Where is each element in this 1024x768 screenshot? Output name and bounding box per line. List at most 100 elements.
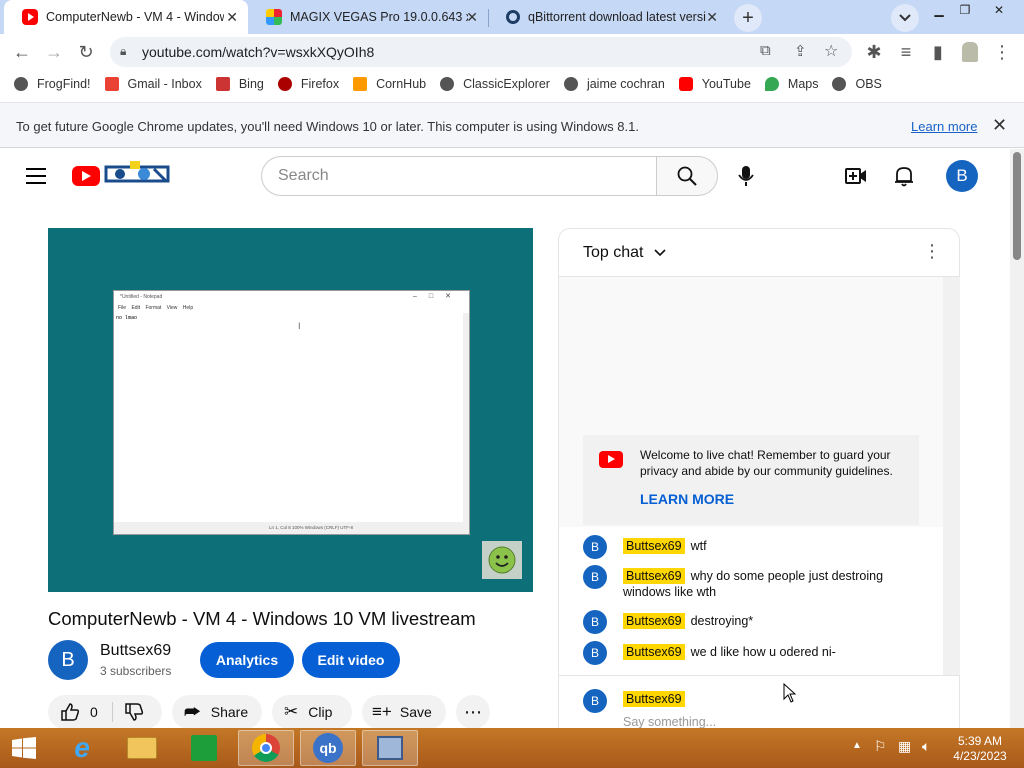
notepad-scrollbar — [463, 313, 469, 523]
network-icon[interactable]: ▦ — [898, 738, 911, 755]
window-controls: –□✕ — [413, 293, 463, 300]
taskbar-remote-desktop[interactable] — [362, 730, 418, 766]
youtube-logo[interactable] — [72, 166, 100, 186]
author-name[interactable]: Buttsex69 — [623, 644, 685, 660]
chat-scrollbar[interactable] — [943, 277, 960, 675]
author-avatar: B — [583, 689, 607, 713]
bookmark-youtube[interactable]: YouTube — [678, 77, 751, 91]
bookmark-obs[interactable]: OBS — [832, 77, 882, 91]
show-hidden-icons-icon[interactable]: ▲ — [852, 740, 862, 751]
author-name[interactable]: Buttsex69 — [623, 613, 685, 629]
thumbs-down-icon — [125, 703, 144, 721]
search-button[interactable] — [656, 156, 718, 196]
notifications-bell-icon[interactable] — [892, 164, 916, 188]
hamburger-menu-icon[interactable] — [26, 168, 46, 189]
windows-logo-icon — [12, 737, 36, 759]
bookmark-gmail[interactable]: Gmail - Inbox — [104, 77, 202, 91]
search-input[interactable] — [278, 167, 638, 185]
chevron-down-icon — [899, 14, 911, 22]
minimize-button[interactable]: ▁ — [926, 0, 952, 20]
address-bar[interactable]: 🔒︎ youtube.com/watch?v=wsxkXQyOIh8 ⧉ ⇪ ☆ — [110, 37, 852, 67]
like-button[interactable]: 0 — [60, 702, 98, 722]
author-avatar: B — [583, 535, 607, 559]
forward-button[interactable]: → — [42, 40, 66, 64]
taskbar-qbittorrent[interactable]: qb — [300, 730, 356, 766]
tab-qbittorrent[interactable]: qBittorrent download latest versi ✕ — [488, 0, 728, 34]
action-center-flag-icon[interactable]: ⚐ — [874, 738, 887, 755]
volume-muted-icon[interactable]: 🔈︎ — [922, 738, 930, 755]
qbittorrent-icon — [506, 10, 520, 24]
learn-more-link[interactable]: LEARN MORE — [640, 491, 734, 507]
author-avatar: B — [583, 565, 607, 589]
taskbar-file-explorer[interactable] — [114, 730, 170, 766]
taskbar-chrome[interactable] — [238, 730, 294, 766]
more-vert-icon[interactable]: ⋮ — [923, 241, 941, 262]
top-chat-dropdown[interactable]: Top chat — [583, 244, 666, 262]
bookmark-maps[interactable]: Maps — [764, 77, 818, 91]
qbittorrent-icon: qb — [313, 733, 343, 763]
tab-strip: ComputerNewb - VM 4 - Window ✕ MAGIX VEG… — [0, 0, 1024, 34]
author-name[interactable]: Buttsex69 — [623, 538, 685, 554]
open-in-app-icon[interactable]: ⧉ — [760, 42, 771, 59]
back-button[interactable]: ← — [10, 40, 34, 64]
tab-magix[interactable]: MAGIX VEGAS Pro 19.0.0.643 x64 ✕ — [248, 0, 488, 34]
restore-button[interactable]: ❐ — [952, 0, 978, 20]
bookmark-star-icon[interactable]: ☆ — [824, 41, 838, 61]
analytics-button[interactable]: Analytics — [200, 642, 294, 678]
bookmark-firefox[interactable]: Firefox — [277, 77, 339, 91]
edit-video-button[interactable]: Edit video — [302, 642, 400, 678]
close-tab-icon[interactable]: ✕ — [226, 9, 238, 26]
share-button[interactable]: ⮫ Share — [172, 695, 262, 729]
close-icon[interactable]: ✕ — [992, 115, 1007, 136]
chat-input[interactable]: Say something... — [623, 715, 716, 729]
side-panel-icon[interactable]: ▮ — [926, 40, 950, 64]
dislike-button[interactable] — [124, 702, 144, 725]
author-name[interactable]: Buttsex69 — [623, 568, 685, 584]
save-button[interactable]: ≡+ Save — [362, 695, 446, 729]
profile-icon[interactable] — [958, 40, 982, 64]
start-button[interactable] — [0, 730, 48, 766]
channel-name[interactable]: Buttsex69 — [100, 642, 171, 660]
menu-kebab-icon[interactable]: ⋮ — [990, 40, 1014, 64]
youtube-icon — [599, 451, 623, 468]
more-horizontal-icon: ⋯ — [464, 701, 482, 722]
cornhub-icon — [353, 77, 368, 91]
system-clock[interactable]: 5:39 AM 4/23/2023 — [950, 734, 1010, 764]
webcam-smiley-icon — [482, 541, 522, 579]
youtube-icon — [22, 9, 38, 25]
bookmark-frogfind[interactable]: FrogFind! — [14, 77, 91, 91]
clip-button[interactable]: ✂ Clip — [272, 695, 352, 729]
learn-more-link[interactable]: Learn more — [911, 119, 977, 134]
media-control-icon[interactable]: ≡ — [894, 40, 918, 64]
bing-icon — [215, 77, 230, 91]
close-tab-icon[interactable]: ✕ — [466, 9, 478, 26]
maps-pin-icon — [764, 77, 779, 91]
microphone-icon[interactable] — [734, 164, 758, 188]
plus-icon: + — [742, 6, 754, 29]
share-icon[interactable]: ⇪ — [794, 42, 807, 60]
update-infobar: To get future Google Chrome updates, you… — [0, 102, 1024, 148]
thumbs-up-icon — [61, 703, 80, 721]
more-actions-button[interactable]: ⋯ — [456, 695, 490, 729]
close-tab-icon[interactable]: ✕ — [706, 9, 718, 26]
page-scrollbar-thumb[interactable] — [1013, 152, 1021, 260]
taskbar-store[interactable] — [176, 730, 232, 766]
bookmark-bing[interactable]: Bing — [215, 77, 264, 91]
bookmark-classicexplorer[interactable]: ClassicExplorer — [440, 77, 550, 91]
video-player[interactable]: *Untitled - Notepad –□✕ File Edit Format… — [48, 228, 533, 592]
bookmark-cornhub[interactable]: CornHub — [353, 77, 426, 91]
chevron-down-icon — [654, 249, 666, 257]
channel-avatar[interactable]: B — [48, 640, 88, 680]
tab-youtube[interactable]: ComputerNewb - VM 4 - Window ✕ — [4, 0, 248, 34]
bookmark-jaime-cochran[interactable]: jaime cochran — [563, 77, 665, 91]
extensions-icon[interactable]: ✱ — [862, 40, 886, 64]
account-avatar[interactable]: B — [946, 160, 978, 192]
scissors-icon: ✂ — [284, 702, 299, 721]
reload-button[interactable]: ↻ — [74, 40, 98, 64]
close-window-button[interactable]: ✕ — [982, 0, 1016, 20]
taskbar-internet-explorer[interactable]: e — [54, 730, 110, 766]
mouse-pointer-icon — [783, 683, 797, 703]
tab-search-button[interactable] — [891, 4, 919, 32]
new-tab-button[interactable]: + — [734, 4, 762, 32]
create-video-icon[interactable] — [844, 164, 868, 188]
